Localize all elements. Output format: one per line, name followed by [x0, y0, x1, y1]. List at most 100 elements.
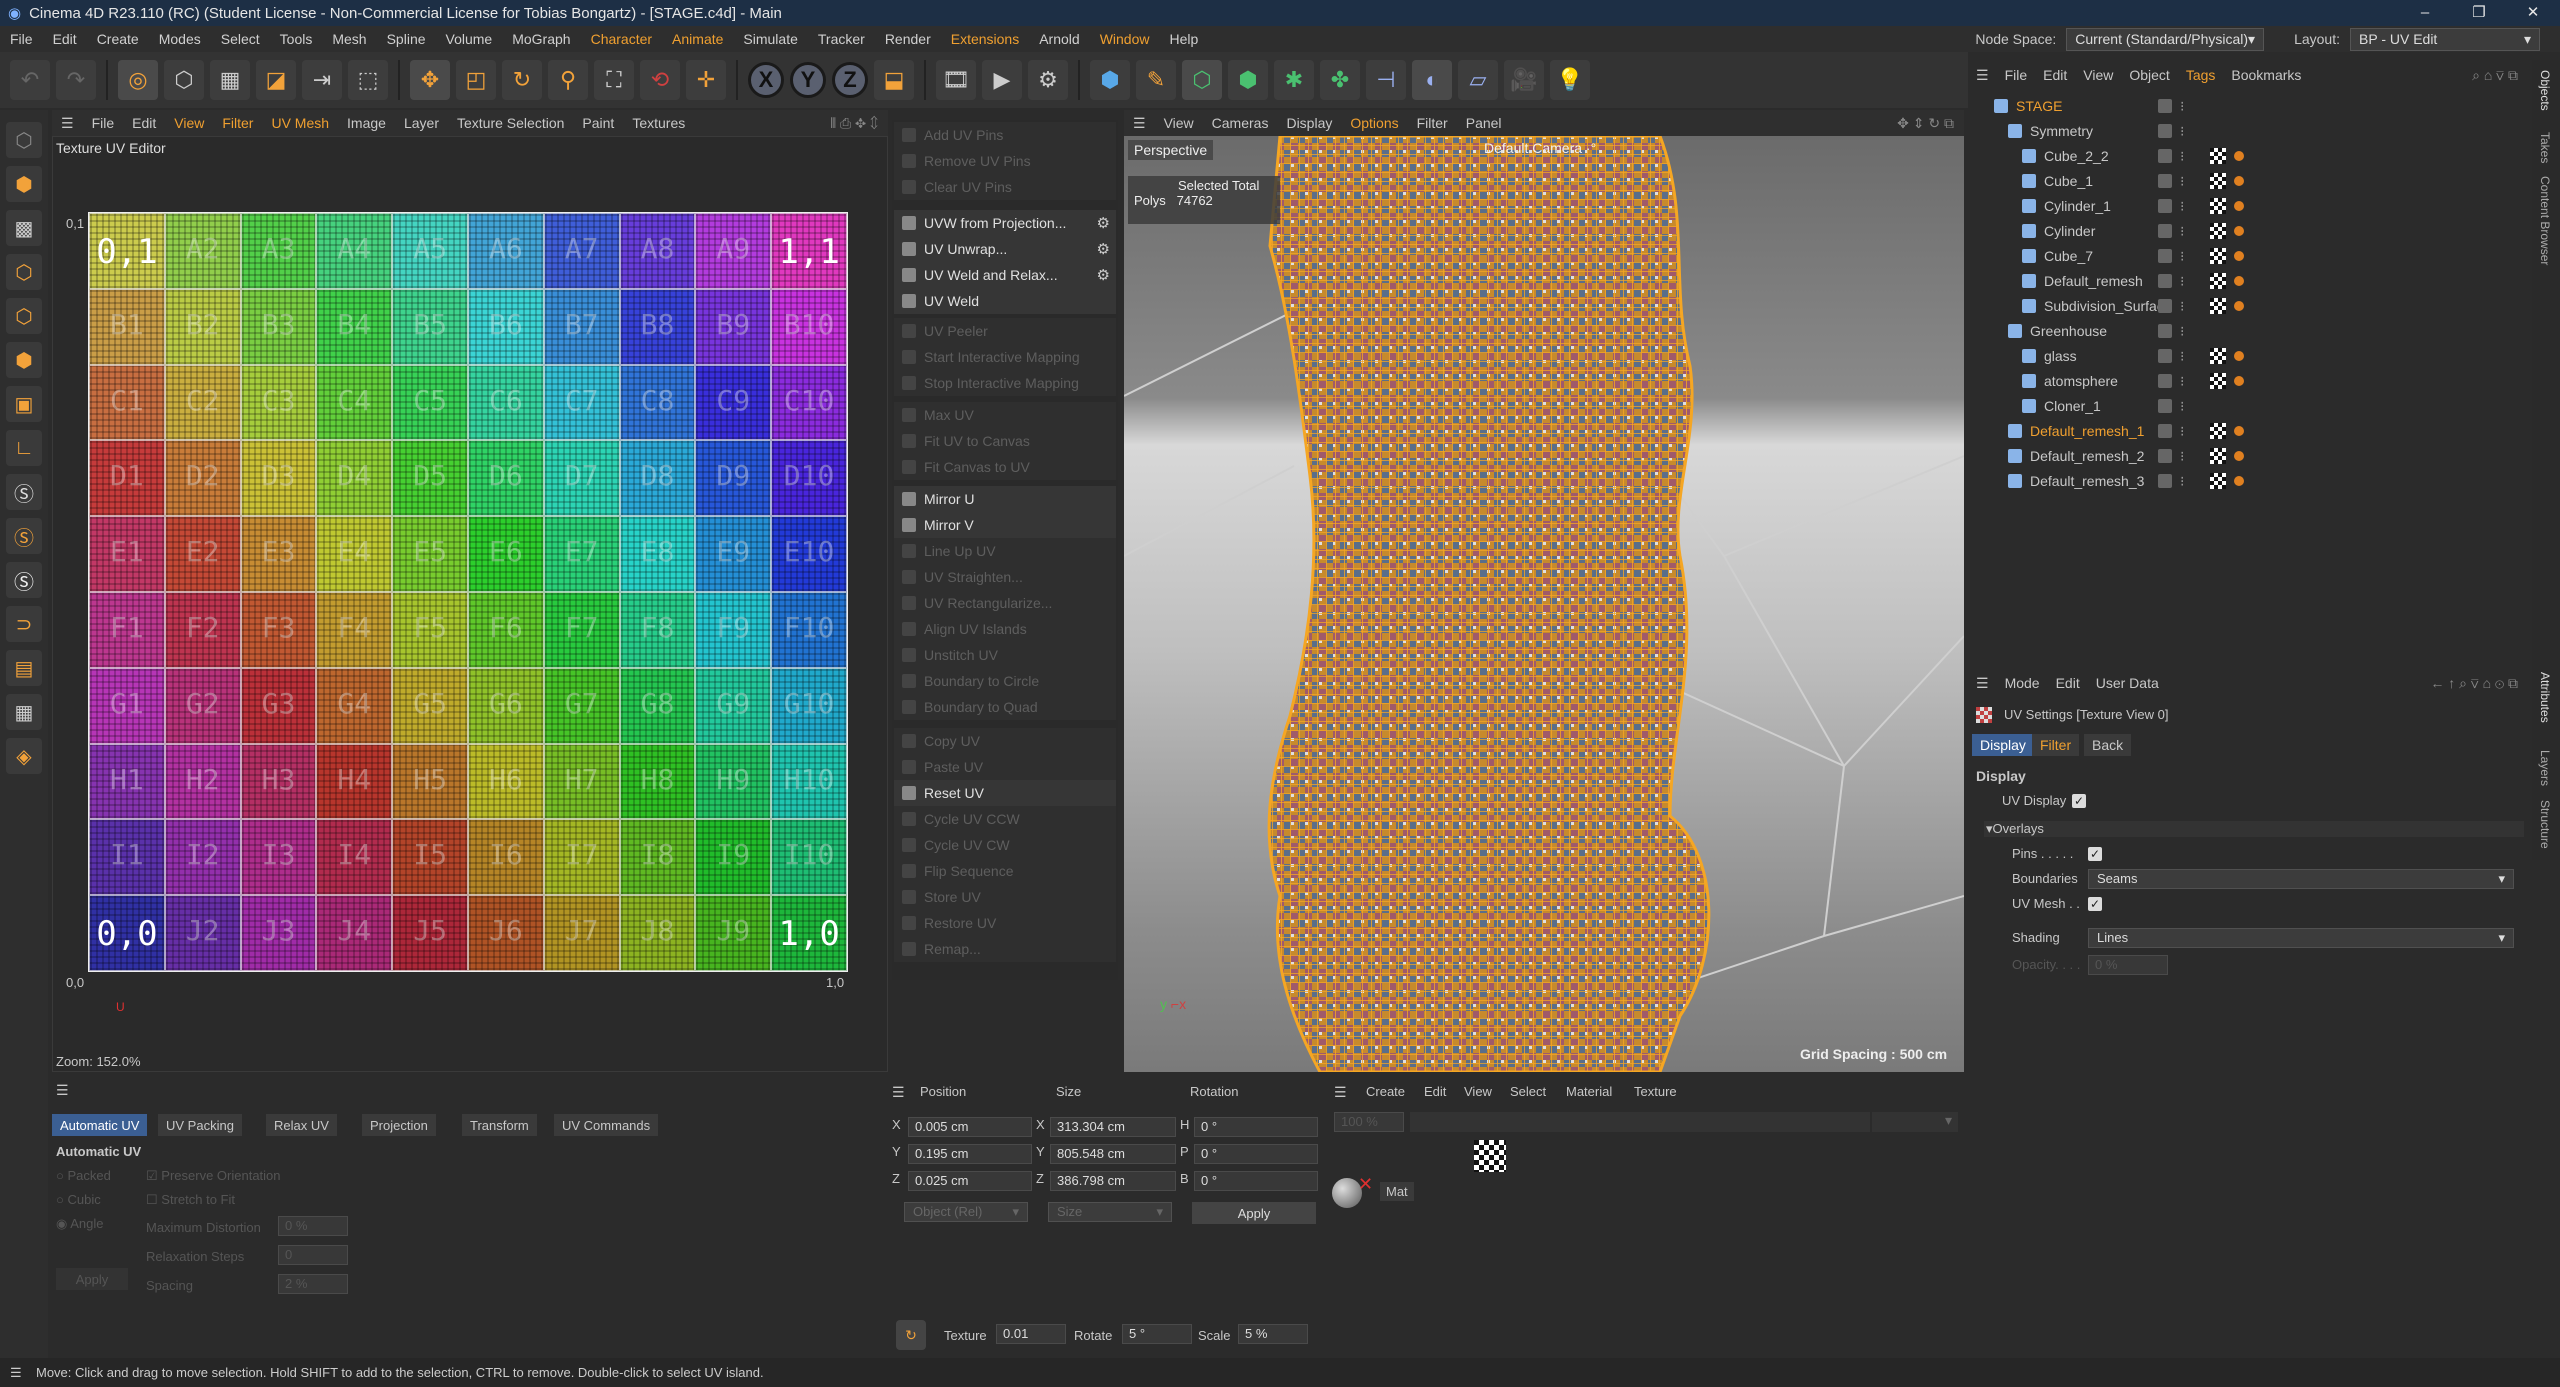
snap-enable-icon[interactable]: ⊃	[6, 606, 42, 642]
attr-menu-user-data[interactable]: User Data	[2088, 675, 2167, 691]
menu-animate[interactable]: Animate	[662, 31, 733, 47]
phong-tag-icon[interactable]	[2234, 476, 2244, 486]
rotation-field[interactable]: 0 °	[1194, 1117, 1318, 1137]
attr-tab-display[interactable]: Display	[1972, 734, 2034, 756]
uv-manager-tab[interactable]: UV Packing	[158, 1114, 242, 1136]
mograph-icon[interactable]: ✤	[1320, 60, 1360, 100]
object-row[interactable]: Cylinder_1 ⁝	[1970, 194, 2526, 218]
visibility-dots-icon[interactable]: ⁝	[2180, 98, 2184, 115]
phong-tag-icon[interactable]	[2234, 451, 2244, 461]
hamburger-icon[interactable]: ☰	[1968, 675, 1997, 692]
phong-tag-icon[interactable]	[2234, 176, 2244, 186]
visibility-dots-icon[interactable]: ⁝	[2180, 123, 2184, 140]
gear-icon[interactable]: ⚙	[1097, 214, 1110, 232]
obj-menu-view[interactable]: View	[2075, 67, 2121, 83]
uv-command-cycle-uv-ccw[interactable]: Cycle UV CCW	[894, 806, 1116, 832]
visibility-toggle-icon[interactable]	[2158, 199, 2172, 213]
object-row[interactable]: Cube_2_2 ⁝	[1970, 144, 2526, 168]
material-delete-icon[interactable]: ✕	[1358, 1174, 1373, 1195]
menu-simulate[interactable]: Simulate	[733, 31, 807, 47]
packed-radio[interactable]: ○ Packed	[56, 1168, 111, 1183]
model-mode-icon[interactable]: ⬡	[164, 60, 204, 100]
edges-mode-icon[interactable]: ⬡	[6, 298, 42, 334]
vp-menu-options[interactable]: Options	[1341, 115, 1407, 131]
gear-icon[interactable]: ⚙	[1097, 240, 1110, 258]
phong-tag-icon[interactable]	[2234, 301, 2244, 311]
object-name[interactable]: Default_remesh_2	[2030, 448, 2144, 464]
object-name[interactable]: glass	[2044, 348, 2077, 364]
close-button[interactable]: ✕	[2506, 0, 2560, 26]
vp-menu-display[interactable]: Display	[1277, 115, 1341, 131]
uv-command-uv-weld-and-relax[interactable]: UV Weld and Relax... ⚙	[894, 262, 1116, 288]
uv-command-unstitch-uv[interactable]: Unstitch UV	[894, 642, 1116, 668]
viewport-camera[interactable]: Default Camera ·°	[1484, 140, 1596, 156]
visibility-dots-icon[interactable]: ⁝	[2180, 298, 2184, 315]
visibility-dots-icon[interactable]: ⁝	[2180, 423, 2184, 440]
uv-manager-tab[interactable]: Projection	[362, 1114, 436, 1136]
object-name[interactable]: Cube_2_2	[2044, 148, 2109, 164]
deformer-icon[interactable]: ⊣	[1366, 60, 1406, 100]
attr-menu-mode[interactable]: Mode	[1997, 675, 2048, 691]
node-space-select[interactable]: Current (Standard/Physical) ▾	[2066, 27, 2265, 51]
redo-icon[interactable]: ↷	[56, 60, 96, 100]
phong-tag-icon[interactable]	[2234, 151, 2244, 161]
uv-manager-tab[interactable]: Automatic UV	[52, 1114, 148, 1136]
object-row[interactable]: Subdivision_Surface ⁝	[1970, 294, 2526, 318]
minimize-button[interactable]: –	[2398, 0, 2452, 26]
menu-tools[interactable]: Tools	[270, 31, 323, 47]
object-name[interactable]: Greenhouse	[2030, 323, 2107, 339]
field-icon[interactable]: ◐	[1412, 60, 1452, 100]
attribute-nav-icons[interactable]: ← ↑ ⌕ ⊽ ⌂ ⊙ ⧉	[2430, 675, 2528, 692]
uv-command-flip-sequence[interactable]: Flip Sequence	[894, 858, 1116, 884]
relaxation-steps-field[interactable]: 0	[278, 1245, 348, 1265]
uv-mesh-checkbox[interactable]: ✓	[2088, 897, 2102, 911]
phong-tag-icon[interactable]	[2234, 376, 2244, 386]
menu-character[interactable]: Character	[581, 31, 662, 47]
object-row[interactable]: Default_remesh_1 ⁝	[1970, 419, 2526, 443]
uv-menu-textures[interactable]: Textures	[623, 115, 694, 131]
cube-icon[interactable]: ⬢	[1090, 60, 1130, 100]
visibility-toggle-icon[interactable]	[2158, 99, 2172, 113]
uv-command-reset-uv[interactable]: Reset UV	[894, 780, 1116, 806]
position-field[interactable]: 0.005 cm	[908, 1117, 1032, 1137]
uv-command-boundary-to-quad[interactable]: Boundary to Quad	[894, 694, 1116, 720]
axis-icon[interactable]: ✛	[686, 60, 726, 100]
uv-command-mirror-v[interactable]: Mirror V	[894, 512, 1116, 538]
scale-tool-icon[interactable]: ◰	[456, 60, 496, 100]
texture-tag-icon[interactable]	[2210, 423, 2226, 439]
texture-tag-icon[interactable]	[2210, 223, 2226, 239]
side-tab-attributes[interactable]: Attributes	[2538, 672, 2552, 723]
vp-menu-cameras[interactable]: Cameras	[1203, 115, 1278, 131]
material-zoom-field[interactable]: 100 %	[1334, 1112, 1404, 1132]
uv-checker-grid[interactable]: 0,1 A2 A3 A4 A5 A6 A7 A8 A9 1,1 B1 B2 B3 B4 B5 B6 B7 B8 B9…	[88, 212, 848, 972]
visibility-dots-icon[interactable]: ⁝	[2180, 273, 2184, 290]
menu-help[interactable]: Help	[1159, 31, 1208, 47]
object-row[interactable]: Cylinder ⁝	[1970, 219, 2526, 243]
object-row[interactable]: STAGE ⁝	[1970, 94, 2526, 118]
bounding-box-icon[interactable]: ⛶	[594, 60, 634, 100]
object-name[interactable]: Cube_7	[2044, 248, 2093, 264]
size-mode-select[interactable]: Size ▾	[1048, 1202, 1172, 1222]
spacing-field[interactable]: 2 %	[278, 1274, 348, 1294]
make-editable-icon[interactable]: ⬡	[6, 122, 42, 158]
side-tab-content-browser[interactable]: Content Browser	[2538, 176, 2552, 265]
uv-command-align-uv-islands[interactable]: Align UV Islands	[894, 616, 1116, 642]
uv-command-start-interactive-mapping[interactable]: Start Interactive Mapping	[894, 344, 1116, 370]
visibility-toggle-icon[interactable]	[2158, 449, 2172, 463]
uv-command-restore-uv[interactable]: Restore UV	[894, 910, 1116, 936]
menu-tracker[interactable]: Tracker	[808, 31, 875, 47]
phong-tag-icon[interactable]	[2234, 201, 2244, 211]
gear-icon[interactable]: ⚙	[1097, 266, 1110, 284]
side-tab-layers[interactable]: Layers	[2538, 750, 2552, 786]
rotation-field[interactable]: 0 °	[1194, 1171, 1318, 1191]
menu-select[interactable]: Select	[211, 31, 270, 47]
hamburger-icon[interactable]: ☰	[1968, 67, 1997, 84]
y-axis-lock-icon[interactable]: Y	[790, 62, 826, 98]
obj-menu-object[interactable]: Object	[2121, 67, 2177, 83]
solo-single-icon[interactable]: Ⓢ	[6, 518, 42, 554]
uv-command-store-uv[interactable]: Store UV	[894, 884, 1116, 910]
material-swatch-small-icon[interactable]	[1474, 1140, 1506, 1172]
object-row[interactable]: Cube_1 ⁝	[1970, 169, 2526, 193]
rotate-field[interactable]: 5 °	[1122, 1324, 1192, 1344]
texture-tag-icon[interactable]	[2210, 373, 2226, 389]
